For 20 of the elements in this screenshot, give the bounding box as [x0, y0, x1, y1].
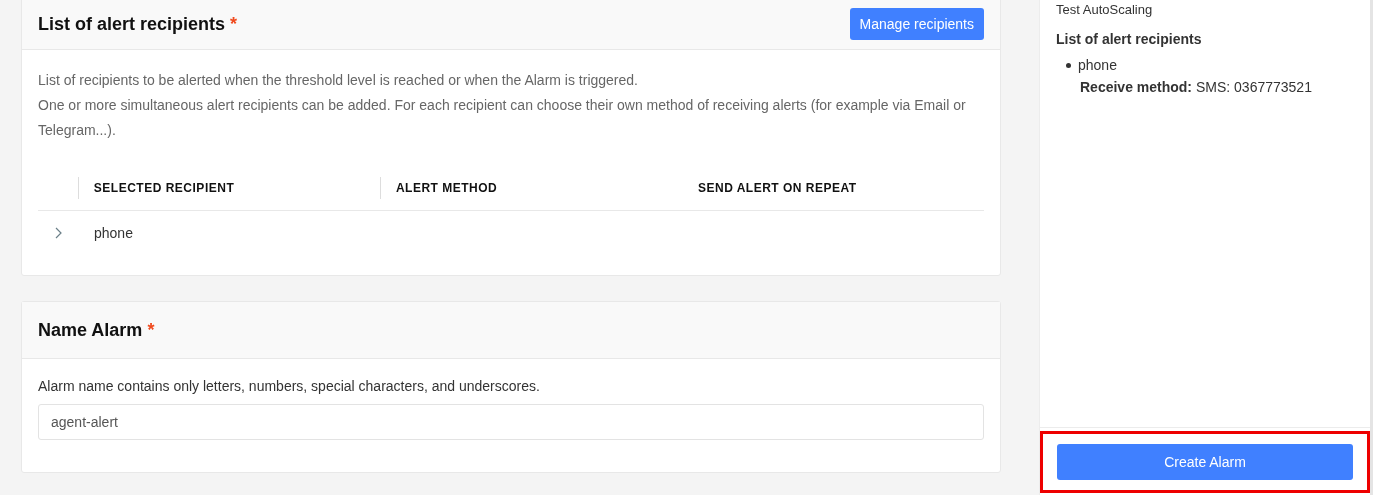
section-heading: List of alert recipients: [1056, 31, 1203, 47]
column-header: SELECTED RECIPIENT: [93, 180, 235, 195]
alarm-name-text: Test AutoScaling: [1056, 2, 1154, 17]
hint-text: Alarm name contains only letters, numbers, special characters, and underscores.: [38, 378, 541, 394]
description-text: One or more simultaneous alert recipients can be added. For each recipient can choose their own method of receiving alerts (for example via Email or Telegram...).: [38, 96, 967, 140]
manage-recipients-button[interactable]: Manage recipients: [849, 8, 984, 40]
receive-method-text: Receive method: SMS: 0367773521: [1080, 79, 1313, 95]
alarm-name-field[interactable]: agent-alert: [38, 404, 984, 440]
column-header: SEND ALERT ON REPEAT: [697, 180, 857, 195]
required-mark: *: [147, 319, 155, 340]
create-alarm-button[interactable]: Create Alarm: [1057, 444, 1353, 480]
card-title: List of alert recipients: [38, 13, 226, 34]
chevron-icon[interactable]: [54, 227, 62, 239]
description-text: List of recipients to be alerted when the threshold level is reached or when the Alarm is triggered.: [38, 71, 639, 90]
card-title: Name Alarm: [38, 319, 143, 340]
required-mark: *: [230, 13, 238, 34]
recipient-name: phone: [1078, 57, 1117, 73]
column-header: ALERT METHOD: [395, 180, 498, 195]
bullet-icon: [1066, 62, 1071, 68]
table-cell: phone: [94, 225, 133, 241]
